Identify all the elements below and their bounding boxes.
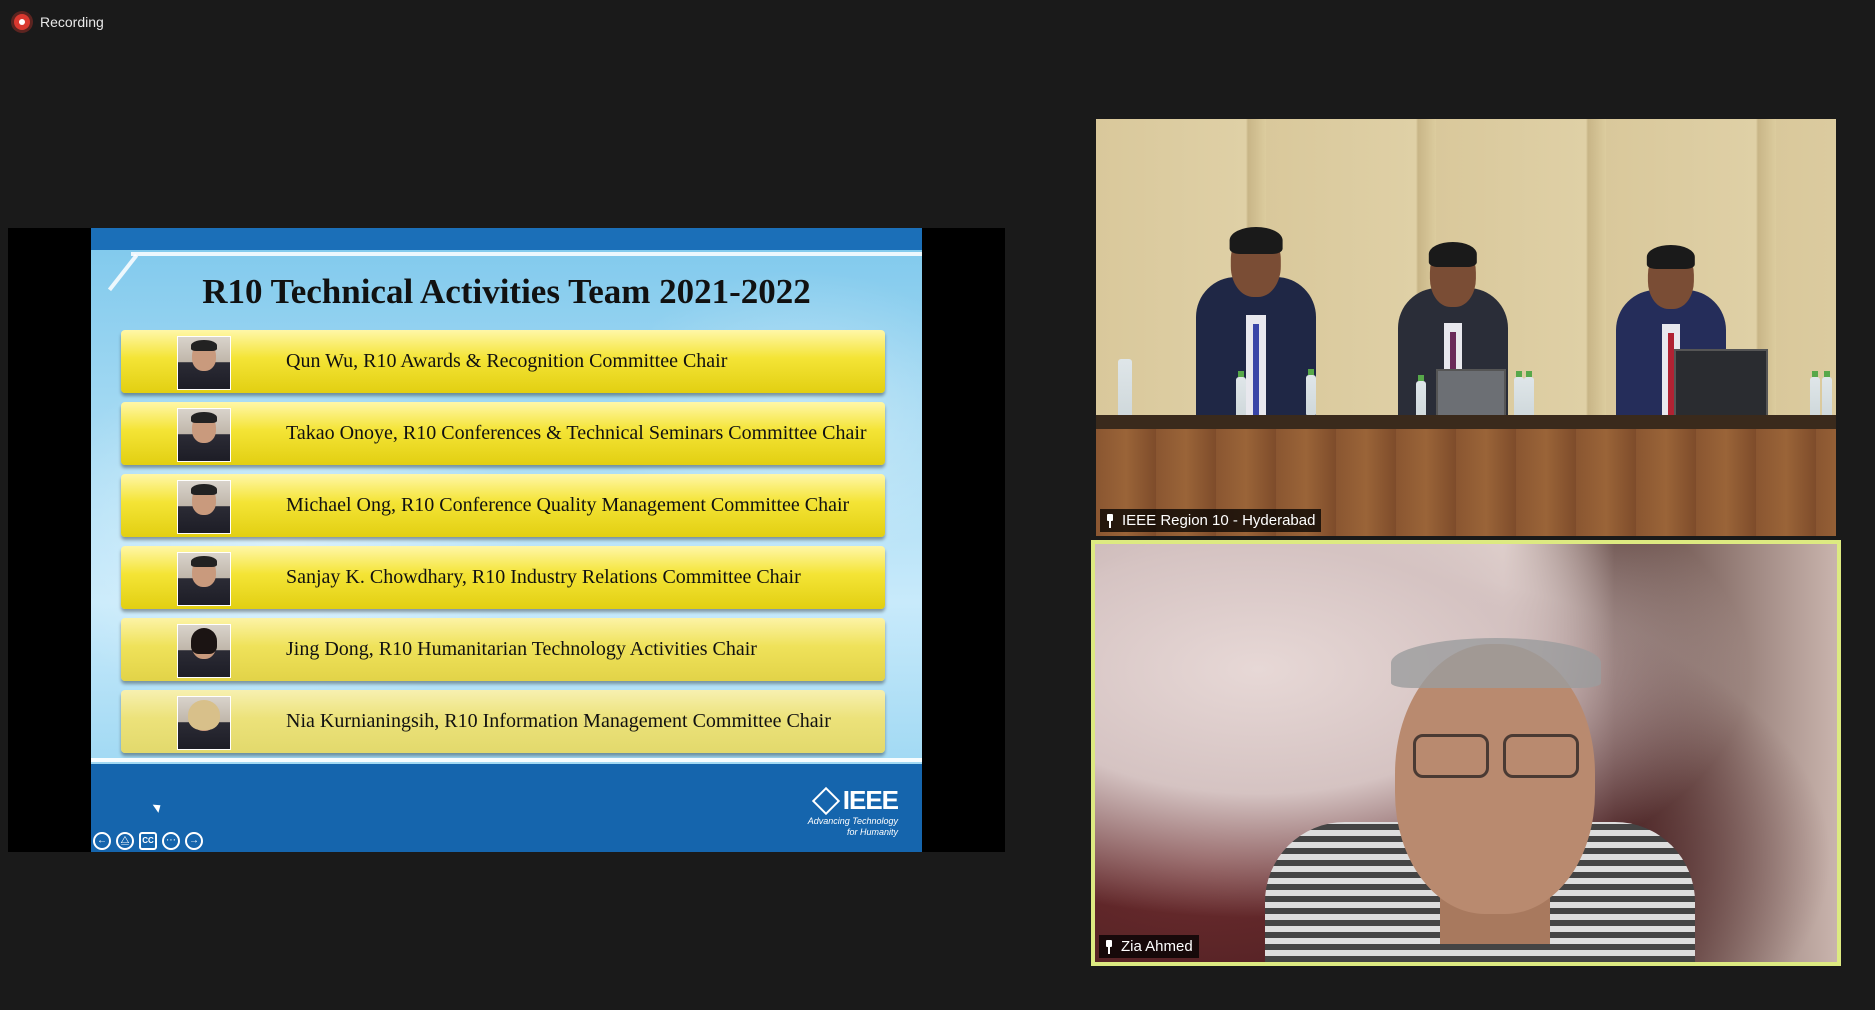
member-photo [177,696,231,750]
record-icon [14,14,30,30]
member-list: Qun Wu, R10 Awards & Recognition Committ… [121,330,885,762]
member-label: Jing Dong, R10 Humanitarian Technology A… [286,638,757,660]
captions-icon[interactable]: CC [139,832,157,850]
recording-indicator[interactable]: Recording [14,14,104,30]
video-tile-hyderabad[interactable]: IEEE Region 10 - Hyderabad [1096,119,1836,536]
slide-title: R10 Technical Activities Team 2021-2022 [202,272,811,311]
ieee-wordmark: IEEE [842,785,899,815]
participant-nameplate: Zia Ahmed [1099,935,1199,958]
member-photo [177,624,231,678]
shared-screen: R10 Technical Activities Team 2021-2022 … [8,228,1005,852]
member-label: Qun Wu, R10 Awards & Recognition Committ… [286,350,728,372]
member-row: Michael Ong, R10 Conference Quality Mana… [121,474,885,537]
more-options-icon[interactable]: ⋯ [162,832,180,850]
ieee-logo: IEEE Advancing Technology for Humanity [807,785,899,838]
participant-nameplate: IEEE Region 10 - Hyderabad [1100,509,1322,532]
ieee-tagline-1: Advancing Technology [807,816,898,826]
pen-tool-icon[interactable]: ⧋ [116,832,134,850]
pin-icon [1103,939,1115,954]
member-label: Takao Onoye, R10 Conferences & Technical… [286,422,867,444]
member-row: Sanjay K. Chowdhary, R10 Industry Relati… [121,546,885,609]
next-slide-icon[interactable]: → [185,832,203,850]
recording-label: Recording [40,14,104,30]
participant-name: Zia Ahmed [1121,938,1193,955]
previous-slide-icon[interactable]: ← [93,832,111,850]
participant-name: IEEE Region 10 - Hyderabad [1122,512,1316,529]
presentation-slide: R10 Technical Activities Team 2021-2022 … [91,228,922,852]
member-label: Sanjay K. Chowdhary, R10 Industry Relati… [286,566,801,588]
pin-icon [1104,513,1116,528]
member-photo [177,408,231,462]
member-label: Nia Kurnianingsih, R10 Information Manag… [286,710,831,732]
participant-figure [1196,227,1316,419]
member-photo [177,336,231,390]
member-row: Jing Dong, R10 Humanitarian Technology A… [121,618,885,681]
member-row: Takao Onoye, R10 Conferences & Technical… [121,402,885,465]
member-photo [177,480,231,534]
member-row: Qun Wu, R10 Awards & Recognition Committ… [121,330,885,393]
member-label: Michael Ong, R10 Conference Quality Mana… [286,494,850,516]
ieee-tagline-2: for Humanity [846,827,898,837]
member-photo [177,552,231,606]
slide-footer [91,764,922,852]
ieee-diamond-icon [811,786,840,815]
member-row: Nia Kurnianingsih, R10 Information Manag… [121,690,885,753]
video-tile-active-speaker[interactable]: Zia Ahmed [1091,540,1841,966]
slide-controls: ← ⧋ CC ⋯ → [93,832,203,850]
